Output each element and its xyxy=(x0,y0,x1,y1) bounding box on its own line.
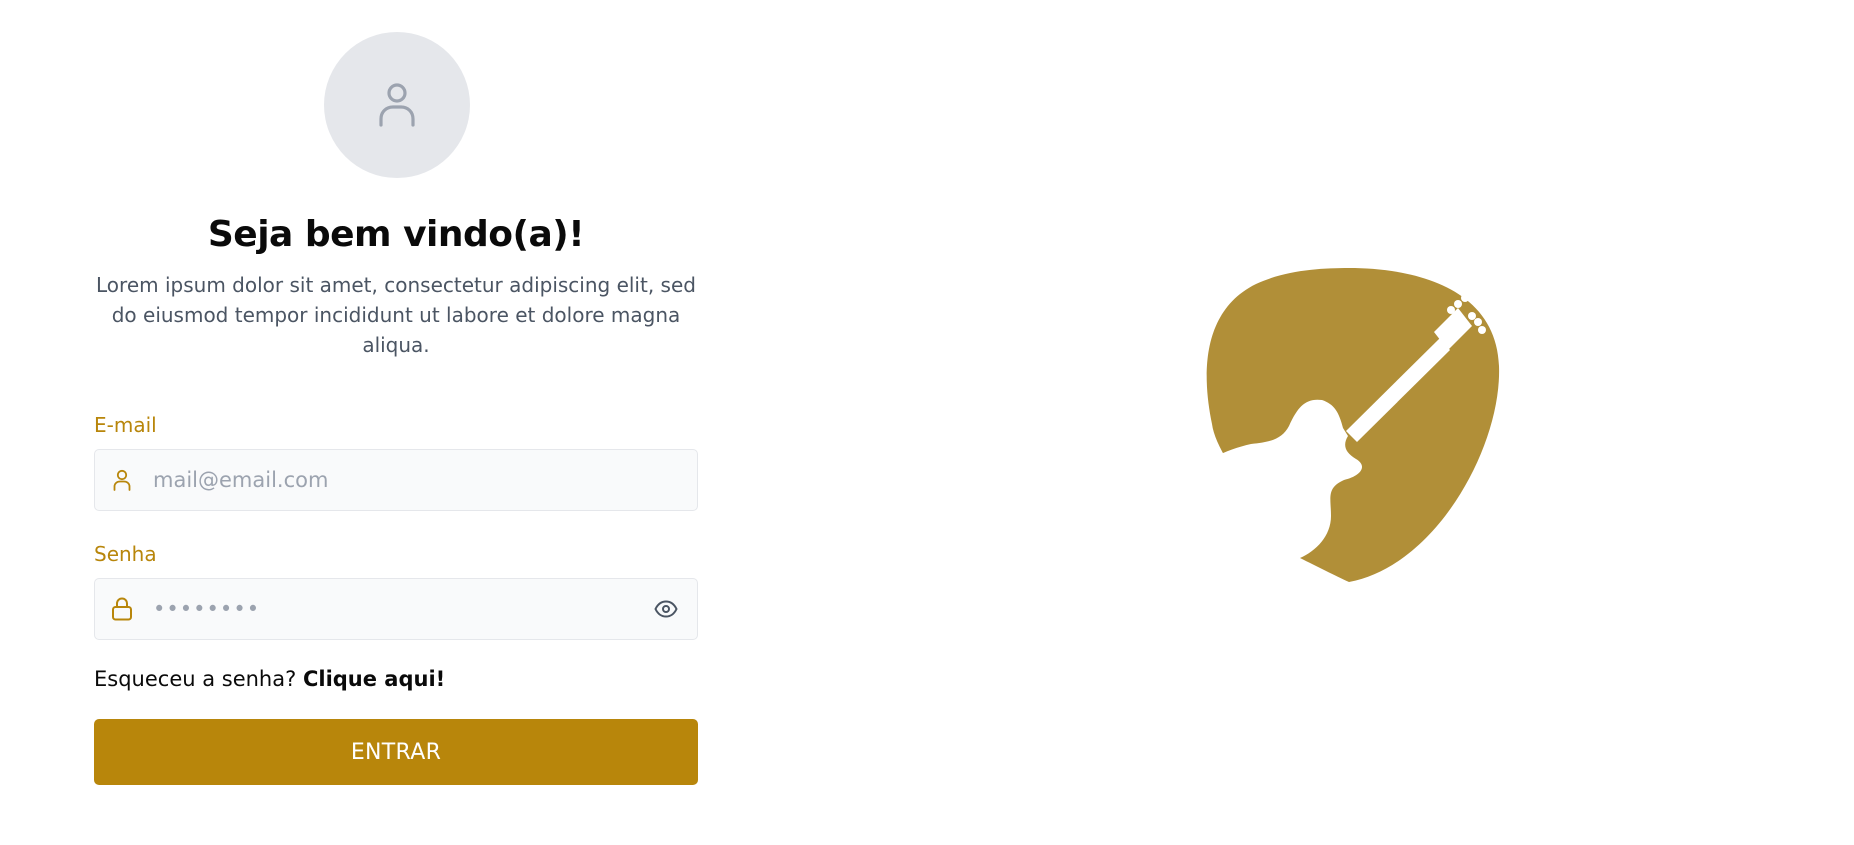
email-input[interactable] xyxy=(153,450,697,510)
password-field-container xyxy=(94,578,698,640)
user-icon xyxy=(91,469,153,491)
password-label: Senha xyxy=(94,542,157,566)
email-label: E-mail xyxy=(94,413,157,437)
lock-icon xyxy=(91,597,153,621)
page-title: Seja bem vindo(a)! xyxy=(207,214,585,255)
email-field-container xyxy=(94,449,698,511)
forgot-password-link[interactable]: Clique aqui! xyxy=(303,667,445,691)
login-button[interactable]: ENTRAR xyxy=(94,719,698,785)
guitar-pick-logo-icon xyxy=(1196,268,1500,584)
eye-icon[interactable] xyxy=(635,600,697,618)
login-panel: Seja bem vindo(a)! Lorem ipsum dolor sit… xyxy=(94,0,698,845)
password-input[interactable] xyxy=(153,579,635,639)
avatar xyxy=(324,32,470,178)
login-page: Seja bem vindo(a)! Lorem ipsum dolor sit… xyxy=(0,0,1854,845)
page-subtitle: Lorem ipsum dolor sit amet, consectetur … xyxy=(96,273,696,357)
forgot-password-question: Esqueceu a senha? xyxy=(94,667,297,691)
user-icon xyxy=(379,83,415,127)
forgot-password-text: Esqueceu a senha? Clique aqui! xyxy=(94,667,445,691)
